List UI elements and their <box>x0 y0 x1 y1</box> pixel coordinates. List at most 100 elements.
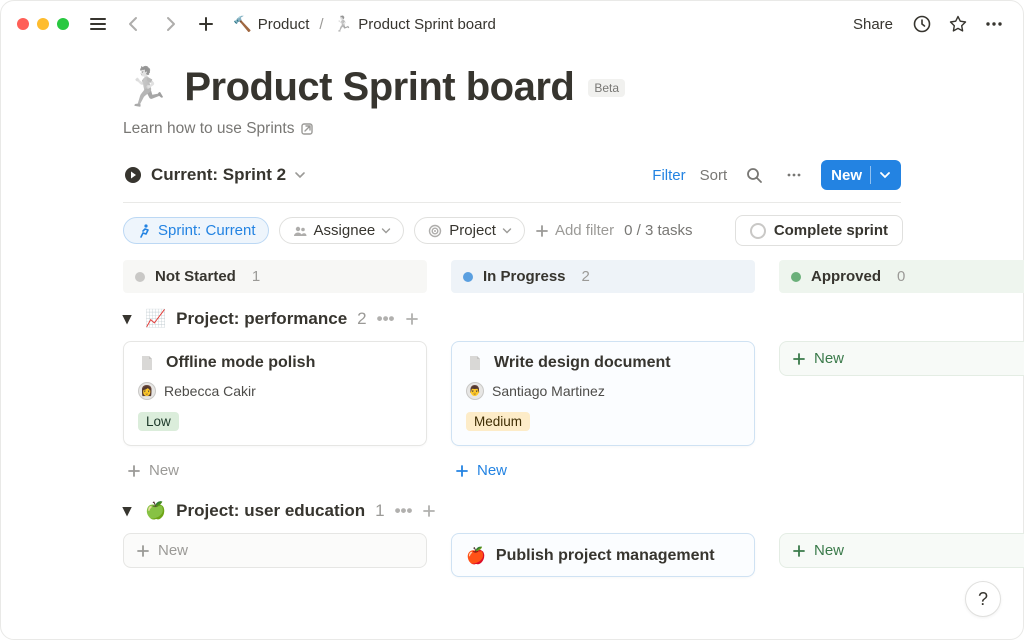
target-icon <box>427 223 443 239</box>
group-label: Project: user education <box>176 501 365 521</box>
column-label: Not Started <box>155 268 236 285</box>
plus-icon <box>792 352 806 366</box>
more-icon[interactable] <box>981 11 1007 37</box>
group-more-icon[interactable]: ••• <box>395 501 413 521</box>
learn-sprints-link[interactable]: Learn how to use Sprints <box>123 120 314 138</box>
add-card-label: New <box>814 350 844 367</box>
nav-back-icon[interactable] <box>121 11 147 37</box>
complete-sprint-button[interactable]: Complete sprint <box>735 215 903 246</box>
help-button[interactable]: ? <box>965 581 1001 617</box>
page-title[interactable]: Product Sprint board <box>184 65 574 110</box>
add-card-label: New <box>477 462 507 479</box>
column-count: 0 <box>897 268 905 285</box>
card-offline-mode-polish[interactable]: Offline mode polish 👩 Rebecca Cakir Low <box>123 341 427 446</box>
chip-project-label: Project <box>449 222 496 239</box>
add-filter-button[interactable]: Add filter <box>535 222 614 239</box>
hammer-icon: 🔨 <box>233 15 252 33</box>
status-dot-icon <box>135 272 145 282</box>
caret-down-icon[interactable]: ▾ <box>119 309 135 329</box>
chevron-down-icon <box>381 226 391 236</box>
chevron-down-icon <box>294 169 306 181</box>
column-header-in-progress[interactable]: In Progress 2 <box>451 260 755 293</box>
group-add-icon[interactable] <box>405 312 419 326</box>
card-publish-project-management[interactable]: 🍎 Publish project management <box>451 533 755 577</box>
breadcrumb-separator: / <box>319 16 323 33</box>
view-more-icon[interactable] <box>781 162 807 188</box>
current-sprint-selector[interactable]: Current: Sprint 2 <box>123 165 306 185</box>
breadcrumb: 🔨 Product / 🏃 Product Sprint board <box>229 13 500 35</box>
card-title: Write design document <box>494 354 671 372</box>
breadcrumb-current-label: Product Sprint board <box>358 16 496 33</box>
caret-down-icon[interactable]: ▾ <box>119 501 135 521</box>
new-button-divider <box>870 166 871 184</box>
add-card-button[interactable]: New <box>779 341 1024 376</box>
add-card-button[interactable]: New <box>779 533 1024 568</box>
group-columns: New 🍎 Publish project management <box>123 533 901 577</box>
chevron-down-icon <box>502 226 512 236</box>
group-label: Project: performance <box>176 309 347 329</box>
new-button[interactable]: New <box>821 160 901 190</box>
cell-in-progress: 🍎 Publish project management <box>451 533 755 577</box>
cell-not-started: New <box>123 533 427 568</box>
task-progress: 0 / 3 tasks <box>624 222 692 239</box>
star-icon[interactable] <box>945 11 971 37</box>
chip-sprint[interactable]: Sprint: Current <box>123 217 269 244</box>
search-icon[interactable] <box>741 162 767 188</box>
group-icon: 🍏 <box>145 501 166 521</box>
external-link-icon <box>300 122 314 136</box>
nav-forward-icon[interactable] <box>157 11 183 37</box>
filter-button[interactable]: Filter <box>652 167 685 184</box>
beta-badge: Beta <box>588 79 625 97</box>
add-card-button[interactable]: New <box>123 456 427 485</box>
column-header-approved[interactable]: Approved 0 <box>779 260 1024 293</box>
add-card-label: New <box>158 542 188 559</box>
breadcrumb-current[interactable]: 🏃 Product Sprint board <box>330 13 500 35</box>
assignee-name: Santiago Martinez <box>492 383 605 399</box>
group-more-icon[interactable]: ••• <box>377 309 395 329</box>
group-header[interactable]: ▾ 🍏 Project: user education 1 ••• <box>119 501 901 521</box>
group-add-icon[interactable] <box>422 504 436 518</box>
group-performance: ▾ 📈 Project: performance 2 ••• <box>123 309 901 485</box>
running-icon <box>136 223 152 239</box>
circle-icon <box>750 223 766 239</box>
plus-icon <box>127 464 141 478</box>
window-close-icon[interactable] <box>17 18 29 30</box>
clock-icon[interactable] <box>909 11 935 37</box>
plus-icon <box>136 544 150 558</box>
view-controls: Current: Sprint 2 Filter Sort New <box>123 138 901 203</box>
window-minimize-icon[interactable] <box>37 18 49 30</box>
chip-project[interactable]: Project <box>414 217 525 244</box>
add-card-button[interactable]: New <box>451 456 755 485</box>
breadcrumb-parent[interactable]: 🔨 Product <box>229 13 313 35</box>
learn-sprints-label: Learn how to use Sprints <box>123 120 294 138</box>
sort-button[interactable]: Sort <box>700 167 728 184</box>
column-count: 2 <box>582 268 590 285</box>
chip-assignee-label: Assignee <box>314 222 376 239</box>
cell-in-progress: Write design document 👨 Santiago Martine… <box>451 341 755 485</box>
add-card-label: New <box>149 462 179 479</box>
avatar: 👩 <box>138 382 156 400</box>
add-card-button[interactable]: New <box>123 533 427 568</box>
card-title: Offline mode polish <box>166 354 315 372</box>
group-header[interactable]: ▾ 📈 Project: performance 2 ••• <box>119 309 901 329</box>
new-tab-icon[interactable] <box>193 11 219 37</box>
document-icon <box>138 354 156 372</box>
group-count: 2 <box>357 309 366 329</box>
document-icon <box>466 354 484 372</box>
status-dot-icon <box>463 272 473 282</box>
new-button-label: New <box>831 167 862 184</box>
status-dot-icon <box>791 272 801 282</box>
page-icon[interactable]: 🏃 <box>123 66 170 110</box>
page-title-row: 🏃 Product Sprint board Beta <box>123 65 901 110</box>
hamburger-icon[interactable] <box>85 11 111 37</box>
cell-not-started: Offline mode polish 👩 Rebecca Cakir Low … <box>123 341 427 485</box>
share-button[interactable]: Share <box>847 12 899 37</box>
window-zoom-icon[interactable] <box>57 18 69 30</box>
add-card-label: New <box>814 542 844 559</box>
column-header-not-started[interactable]: Not Started 1 <box>123 260 427 293</box>
column-headers: Not Started 1 In Progress 2 Approved 0 <box>123 260 901 293</box>
cell-approved: New <box>779 341 1024 376</box>
chip-assignee[interactable]: Assignee <box>279 217 405 244</box>
breadcrumb-parent-label: Product <box>258 16 310 33</box>
card-write-design-document[interactable]: Write design document 👨 Santiago Martine… <box>451 341 755 446</box>
